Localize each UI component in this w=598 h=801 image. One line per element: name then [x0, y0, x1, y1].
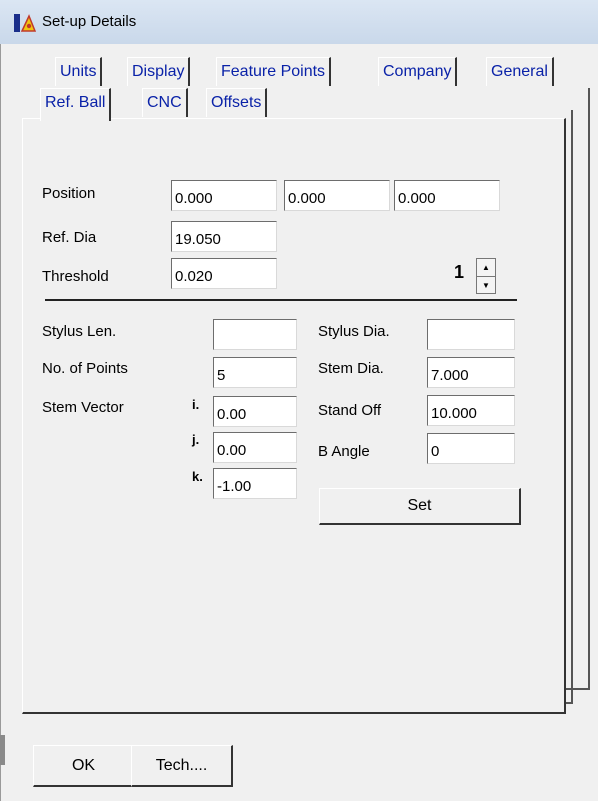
stem-vector-j-field[interactable] [213, 432, 297, 463]
position-y-field[interactable] [284, 180, 390, 211]
tab-display[interactable]: Display [127, 57, 191, 86]
stem-dia-label: Stem Dia. [318, 360, 384, 377]
stem-vector-k-field[interactable] [213, 468, 297, 499]
stand-off-field[interactable] [427, 395, 515, 426]
ref-dia-label: Ref. Dia [42, 229, 97, 246]
window-title: Set-up Details [42, 13, 137, 30]
num-points-label: No. of Points [42, 360, 128, 377]
set-button[interactable]: Set [319, 488, 521, 525]
threshold-label: Threshold [42, 268, 109, 285]
k-label: k. [192, 469, 203, 484]
stylus-len-label: Stylus Len. [42, 323, 117, 340]
spinner-down-button[interactable]: ▼ [477, 277, 495, 294]
tab-feature-points[interactable]: Feature Points [216, 57, 332, 86]
edge-marker [0, 735, 5, 765]
tab-ref-ball[interactable]: Ref. Ball [40, 88, 112, 121]
ok-button[interactable]: OK [33, 745, 135, 787]
stem-vector-i-field[interactable] [213, 396, 297, 427]
tech-button[interactable]: Tech.... [131, 745, 233, 787]
spinner-value: 1 [454, 262, 465, 282]
tab-company[interactable]: Company [378, 57, 458, 86]
position-x-field[interactable] [171, 180, 277, 211]
stem-dia-field[interactable] [427, 357, 515, 388]
title-bar: Set-up Details [0, 0, 598, 44]
tab-cnc[interactable]: CNC [142, 88, 188, 117]
stem-vector-label: Stem Vector [42, 399, 124, 416]
spinner-up-button[interactable]: ▲ [477, 259, 495, 277]
stand-off-label: Stand Off [318, 402, 382, 419]
section-divider [45, 299, 517, 301]
spinner[interactable]: ▲ ▼ [476, 258, 496, 294]
threshold-field[interactable] [171, 258, 277, 289]
stylus-len-field[interactable] [213, 319, 297, 350]
num-points-field[interactable] [213, 357, 297, 388]
app-icon [14, 14, 36, 32]
stylus-dia-label: Stylus Dia. [318, 323, 390, 340]
b-angle-label: B Angle [318, 443, 370, 460]
tab-offsets[interactable]: Offsets [206, 88, 268, 117]
position-label: Position [42, 185, 96, 202]
tab-general[interactable]: General [486, 57, 554, 86]
i-label: i. [192, 397, 200, 412]
ref-dia-field[interactable] [171, 221, 277, 252]
j-label: j. [192, 432, 200, 447]
tab-units[interactable]: Units [55, 57, 103, 86]
stylus-dia-field[interactable] [427, 319, 515, 350]
position-z-field[interactable] [394, 180, 500, 211]
b-angle-field[interactable] [427, 433, 515, 464]
